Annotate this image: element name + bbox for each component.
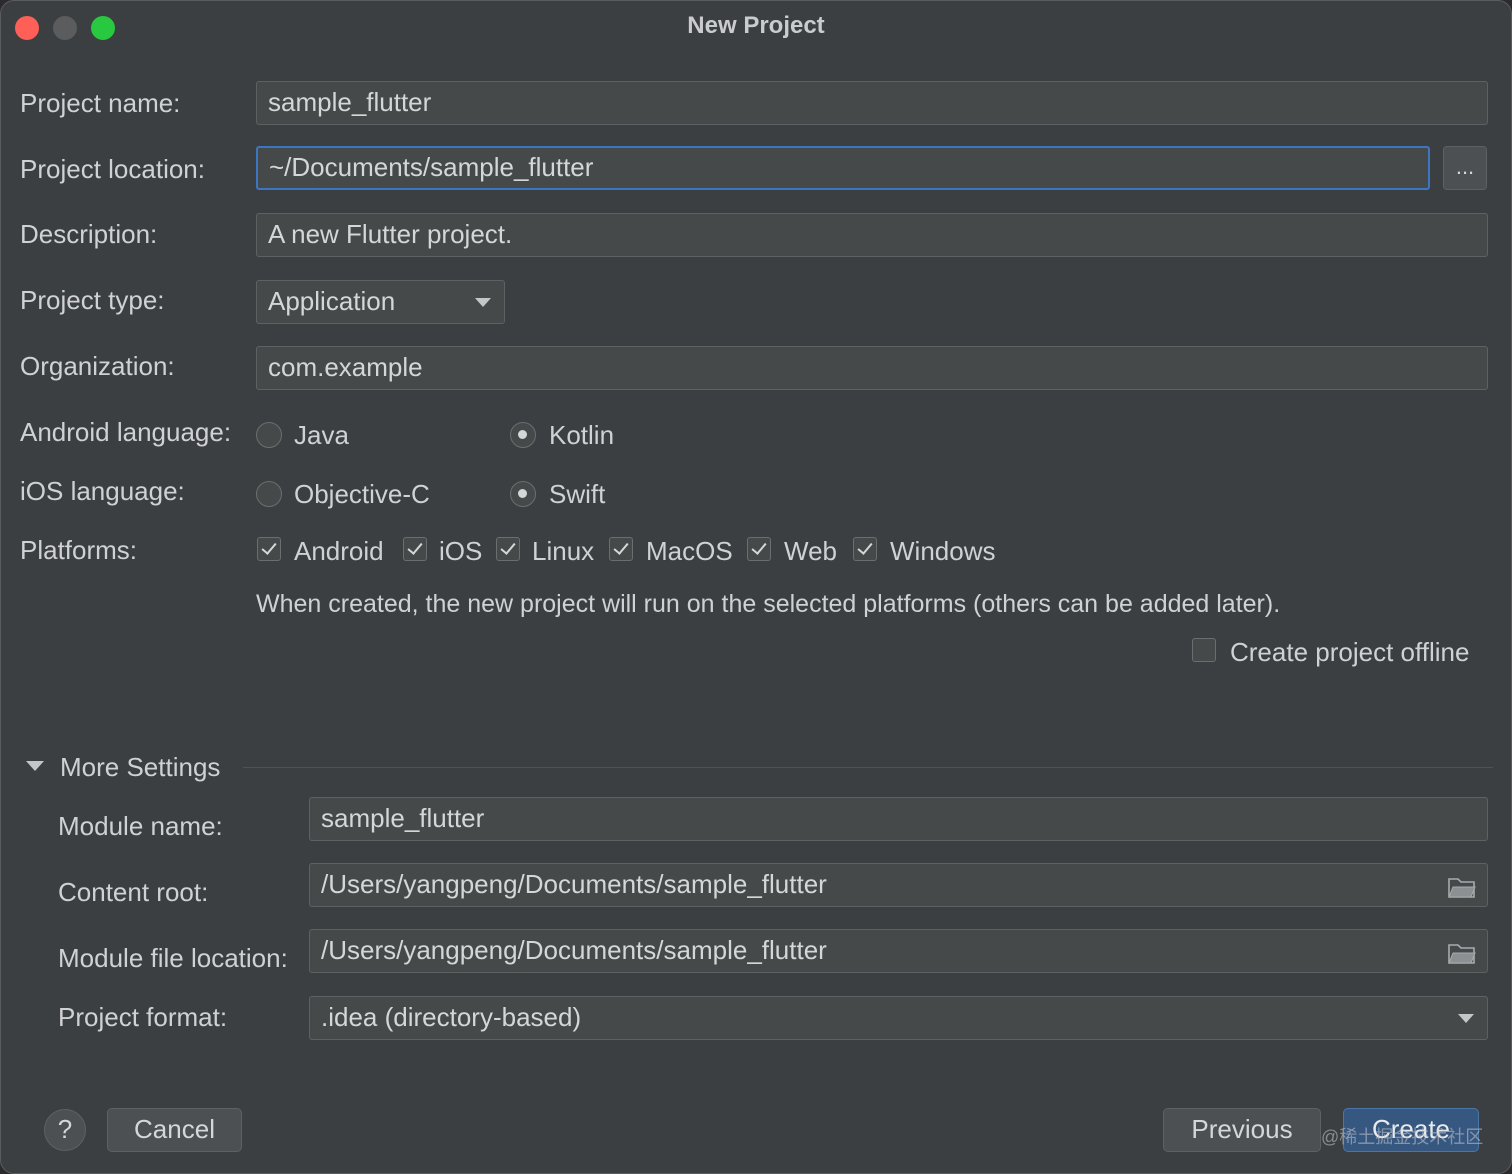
radio-objective-c[interactable] bbox=[256, 481, 282, 507]
project-name-label: Project name: bbox=[20, 88, 181, 118]
radio-java-label: Java bbox=[294, 420, 349, 450]
checkbox-macos[interactable] bbox=[609, 537, 633, 561]
organization-field[interactable]: com.example bbox=[256, 346, 1488, 390]
organization-label: Organization: bbox=[20, 351, 175, 381]
content-root-label: Content root: bbox=[58, 877, 209, 907]
module-file-location-value: /Users/yangpeng/Documents/sample_flutter bbox=[321, 935, 827, 965]
content-root-field[interactable]: /Users/yangpeng/Documents/sample_flutter bbox=[309, 863, 1488, 907]
title-bar: New Project bbox=[1, 1, 1511, 51]
radio-swift[interactable] bbox=[510, 481, 536, 507]
content-root-value: /Users/yangpeng/Documents/sample_flutter bbox=[321, 869, 827, 899]
project-type-dropdown[interactable]: Application bbox=[256, 280, 505, 324]
project-location-field[interactable]: ~/Documents/sample_flutter bbox=[256, 146, 1430, 190]
project-format-value: .idea (directory-based) bbox=[321, 1002, 582, 1032]
section-divider bbox=[243, 767, 1493, 768]
new-project-dialog: New Project Project name: sample_flutter… bbox=[0, 0, 1512, 1174]
module-file-location-field[interactable]: /Users/yangpeng/Documents/sample_flutter bbox=[309, 929, 1488, 973]
folder-icon[interactable] bbox=[1448, 876, 1476, 898]
project-type-value: Application bbox=[268, 286, 396, 316]
radio-objective-c-label: Objective-C bbox=[294, 479, 430, 509]
collapse-triangle-icon[interactable] bbox=[26, 761, 44, 771]
checkbox-ios[interactable] bbox=[403, 537, 427, 561]
checkbox-windows[interactable] bbox=[853, 537, 877, 561]
project-location-label: Project location: bbox=[20, 154, 205, 184]
watermark-text: @稀土掘金技术社区 bbox=[1321, 1127, 1484, 1147]
checkbox-windows-label: Windows bbox=[890, 536, 996, 566]
checkbox-linux[interactable] bbox=[496, 537, 520, 561]
module-name-label: Module name: bbox=[58, 811, 223, 841]
project-format-dropdown[interactable]: .idea (directory-based) bbox=[309, 996, 1488, 1040]
project-name-field[interactable]: sample_flutter bbox=[256, 81, 1488, 125]
checkbox-ios-label: iOS bbox=[439, 536, 483, 566]
cancel-button[interactable]: Cancel bbox=[107, 1108, 242, 1152]
radio-kotlin-label: Kotlin bbox=[549, 420, 615, 450]
platforms-label: Platforms: bbox=[20, 535, 138, 565]
chevron-down-icon bbox=[1458, 1014, 1474, 1023]
module-file-location-label: Module file location: bbox=[58, 943, 288, 973]
checkbox-android-label: Android bbox=[294, 536, 384, 566]
checkbox-macos-label: MacOS bbox=[646, 536, 733, 566]
help-button[interactable]: ? bbox=[44, 1109, 86, 1151]
checkbox-linux-label: Linux bbox=[532, 536, 595, 566]
more-settings-toggle[interactable]: More Settings bbox=[60, 752, 220, 783]
chevron-down-icon bbox=[475, 298, 491, 307]
folder-icon[interactable] bbox=[1448, 942, 1476, 964]
description-field[interactable]: A new Flutter project. bbox=[256, 213, 1488, 257]
create-offline-label: Create project offline bbox=[1230, 637, 1470, 667]
checkbox-web-label: Web bbox=[784, 536, 837, 566]
project-type-label: Project type: bbox=[20, 285, 165, 315]
description-label: Description: bbox=[20, 219, 158, 249]
window-title: New Project bbox=[687, 12, 825, 39]
project-format-label: Project format: bbox=[58, 1002, 228, 1032]
checkbox-create-offline[interactable] bbox=[1192, 638, 1216, 662]
checkbox-android[interactable] bbox=[257, 537, 281, 561]
browse-location-button[interactable]: ... bbox=[1443, 146, 1487, 190]
radio-swift-label: Swift bbox=[549, 479, 606, 509]
module-name-field[interactable]: sample_flutter bbox=[309, 797, 1488, 841]
radio-kotlin[interactable] bbox=[510, 422, 536, 448]
previous-button[interactable]: Previous bbox=[1163, 1108, 1321, 1152]
radio-java[interactable] bbox=[256, 422, 282, 448]
ios-language-label: iOS language: bbox=[20, 476, 185, 506]
android-language-label: Android language: bbox=[20, 417, 232, 447]
platforms-hint: When created, the new project will run o… bbox=[256, 590, 1281, 618]
checkbox-web[interactable] bbox=[747, 537, 771, 561]
